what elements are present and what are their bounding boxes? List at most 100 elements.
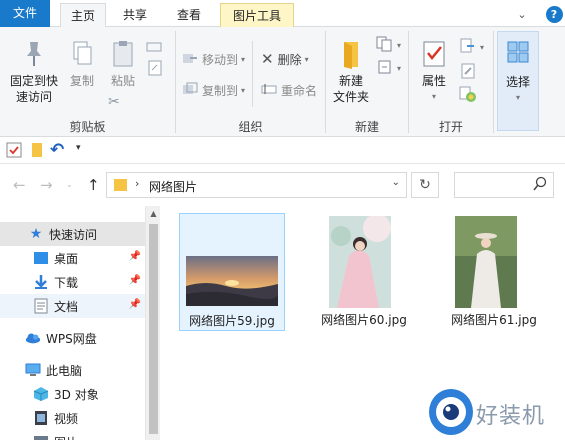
- image-thumbnail: [455, 216, 517, 308]
- star-icon: ★: [29, 226, 43, 242]
- up-arrow-icon[interactable]: ↑: [87, 176, 100, 194]
- search-icon: [533, 176, 547, 195]
- watermark-text: 好装机: [476, 404, 546, 429]
- new-folder-qat-icon[interactable]: [29, 142, 45, 161]
- properties-button[interactable]: 属性 ▾: [414, 39, 454, 105]
- sidebar-item-label: 下载: [54, 275, 79, 290]
- ribbon: 固定到快 速访问 复制 粘贴 ✂ 剪贴板 移动到 ▾ 复制到 ▾ ✕ 删除 ▾ 重命名…: [0, 27, 565, 137]
- breadcrumb-separator-icon: ›: [135, 177, 140, 190]
- chevron-down-icon[interactable]: ⌄: [513, 5, 531, 23]
- rename-button[interactable]: 重命名: [261, 80, 317, 100]
- cut-button[interactable]: ✂: [108, 92, 120, 112]
- tab-share[interactable]: 共享: [112, 3, 158, 27]
- undo-icon[interactable]: ↶: [50, 140, 64, 160]
- quick-access-toolbar: ↶ ▾: [0, 137, 565, 164]
- history-icon: [459, 85, 477, 106]
- sidebar-item-quick-access[interactable]: ★ 快速访问: [0, 222, 145, 246]
- paste-button[interactable]: 粘贴: [106, 39, 140, 89]
- sidebar-item-documents[interactable]: 文档 📌: [0, 294, 145, 318]
- sidebar-item-label: 桌面: [54, 251, 79, 266]
- file-item[interactable]: 网络图片59.jpg: [179, 213, 285, 331]
- folder-icon: [113, 178, 129, 195]
- new-item-button[interactable]: ▾: [376, 35, 401, 55]
- sidebar-item-videos[interactable]: 视频: [0, 406, 145, 430]
- ribbon-tab-bar: 文件 主页 共享 查看 图片工具 ⌄ ?: [0, 0, 565, 28]
- eye-logo-icon: [429, 389, 473, 435]
- breadcrumb-current-folder[interactable]: 网络图片: [149, 178, 197, 195]
- nav-scrollbar[interactable]: ▲: [145, 206, 160, 440]
- move-to-label: 移动到: [202, 52, 239, 67]
- copy-to-label: 复制到: [202, 83, 239, 98]
- sidebar-item-label: WPS网盘: [46, 331, 97, 346]
- open-dropdown-icon: ▾: [480, 42, 485, 52]
- scroll-up-arrow-icon[interactable]: ▲: [146, 206, 161, 222]
- sidebar-item-3d-objects[interactable]: 3D 对象: [0, 382, 145, 406]
- properties-label: 属性: [421, 74, 446, 88]
- sidebar-item-label: 视频: [54, 411, 79, 426]
- sidebar-item-label: 快速访问: [49, 227, 98, 242]
- pictures-icon: [33, 434, 49, 440]
- pin-label-line1: 固定到快: [9, 74, 58, 88]
- move-to-dropdown-icon: ▾: [241, 54, 246, 64]
- pin-icon[interactable]: 📌: [129, 251, 141, 262]
- customize-qat-icon[interactable]: ▾: [76, 143, 81, 153]
- clipboard-group-label: 剪贴板: [69, 120, 106, 134]
- easy-access-button[interactable]: ▾: [376, 58, 401, 78]
- copy-path-icon: [146, 42, 162, 52]
- sidebar-item-wps-drive[interactable]: WPS网盘: [0, 326, 145, 350]
- tab-view[interactable]: 查看: [164, 3, 214, 27]
- sidebar-item-pictures[interactable]: 图片: [0, 430, 145, 440]
- search-input[interactable]: [454, 172, 554, 198]
- help-button[interactable]: ?: [545, 5, 563, 23]
- sidebar-item-label: 3D 对象: [54, 387, 99, 402]
- history-button[interactable]: [459, 85, 477, 105]
- delete-icon: ✕: [261, 50, 274, 68]
- clipboard-icon: [113, 41, 133, 67]
- back-arrow-icon[interactable]: ←: [13, 176, 26, 194]
- copy-button[interactable]: 复制: [66, 39, 98, 89]
- scrollbar-thumb[interactable]: [149, 224, 158, 434]
- new-folder-button[interactable]: 新建 文件夹: [328, 39, 374, 105]
- paste-shortcut-button[interactable]: [148, 58, 162, 78]
- image-thumbnail: [186, 256, 278, 306]
- open-button[interactable]: ▾: [459, 37, 484, 57]
- sidebar-item-downloads[interactable]: 下载 📌: [0, 270, 145, 294]
- pin-label-line2: 速访问: [15, 90, 52, 104]
- edit-icon: [461, 63, 475, 82]
- copy-to-button[interactable]: 复制到 ▾: [182, 80, 245, 100]
- address-bar[interactable]: › 网络图片 ⌄: [106, 172, 407, 198]
- tab-picture-tools[interactable]: 图片工具: [220, 3, 294, 27]
- sidebar-item-desktop[interactable]: 桌面 📌: [0, 246, 145, 270]
- paste-label: 粘贴: [110, 74, 135, 88]
- site-watermark-logo: 好装机: [428, 388, 560, 438]
- download-icon: [33, 274, 49, 290]
- file-item[interactable]: 网络图片61.jpg: [441, 213, 547, 331]
- recent-locations-icon[interactable]: ⌄: [66, 180, 73, 189]
- tab-file[interactable]: 文件: [0, 0, 50, 27]
- refresh-button[interactable]: ↻: [411, 172, 439, 198]
- delete-button[interactable]: ✕ 删除 ▾: [261, 49, 309, 69]
- rename-icon: [261, 83, 277, 98]
- pin-to-quick-access-button[interactable]: 固定到快 速访问: [4, 39, 64, 105]
- sidebar-item-label: 文档: [54, 299, 79, 314]
- navigation-pane: ★ 快速访问 桌面 📌 下载 📌 文档 📌 WPS网盘 此电脑 3D 对象 视频…: [0, 206, 160, 440]
- cloud-icon: [25, 330, 41, 346]
- select-button[interactable]: 选择 ▾: [497, 31, 539, 131]
- edit-button[interactable]: [461, 62, 475, 82]
- forward-arrow-icon[interactable]: →: [40, 176, 53, 194]
- address-dropdown-icon[interactable]: ⌄: [392, 177, 400, 188]
- file-item[interactable]: 网络图片60.jpg: [311, 213, 417, 331]
- address-row: ← → ⌄ ↑ › 网络图片 ⌄ ↻: [0, 164, 565, 206]
- delete-label: 删除: [277, 52, 302, 67]
- pin-icon[interactable]: 📌: [129, 275, 141, 286]
- sidebar-item-label: 此电脑: [46, 363, 83, 378]
- move-to-button[interactable]: 移动到 ▾: [182, 49, 245, 69]
- easy-access-dropdown-icon: ▾: [397, 63, 402, 73]
- copy-path-button[interactable]: [146, 37, 162, 57]
- sidebar-item-this-pc[interactable]: 此电脑: [0, 358, 145, 382]
- pin-icon[interactable]: 📌: [129, 299, 141, 310]
- tab-home[interactable]: 主页: [60, 3, 106, 28]
- properties-qat-icon[interactable]: [6, 142, 22, 161]
- copy-icon: [73, 41, 92, 65]
- copy-label: 复制: [69, 74, 94, 88]
